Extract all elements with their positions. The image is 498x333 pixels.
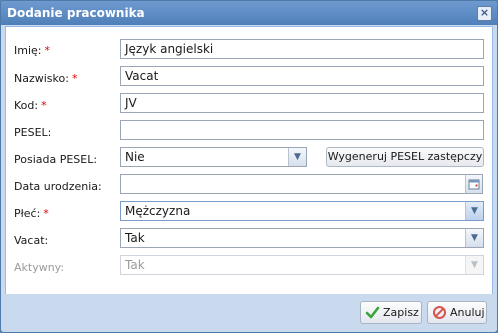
- nazwisko-input[interactable]: Vacat: [120, 66, 484, 86]
- close-icon[interactable]: ×: [477, 6, 492, 21]
- save-label: Zapisz: [383, 306, 419, 319]
- cancel-label: Anuluj: [450, 306, 485, 319]
- save-button[interactable]: Zapisz: [360, 301, 422, 324]
- chevron-down-icon[interactable]: ▼: [465, 229, 483, 247]
- label-vacat: Vacat:: [14, 234, 49, 247]
- imie-input[interactable]: Język angielski: [120, 39, 484, 59]
- vacat-value: Tak: [125, 231, 145, 245]
- calendar-icon[interactable]: [465, 175, 482, 193]
- dialog-title: Dodanie pracownika: [7, 6, 145, 20]
- generate-pesel-button[interactable]: Wygeneruj PESEL zastępczy: [326, 147, 484, 167]
- dialog-footer: Zapisz Anuluj: [1, 294, 497, 332]
- cancel-button[interactable]: Anuluj: [427, 301, 487, 324]
- kod-input[interactable]: JV: [120, 93, 484, 113]
- label-pesel: PESEL:: [14, 126, 52, 139]
- title-bar[interactable]: Dodanie pracownika ×: [1, 1, 497, 25]
- aktywny-value: Tak: [125, 258, 145, 272]
- pesel-input[interactable]: [120, 120, 484, 140]
- aktywny-select: Tak ▼: [120, 255, 484, 275]
- label-imie: Imię: *: [14, 44, 50, 57]
- data-urodzenia-input[interactable]: [120, 174, 483, 194]
- chevron-down-icon: ▼: [465, 256, 483, 274]
- vacat-select[interactable]: Tak ▼: [120, 228, 484, 248]
- plec-value: Mężczyzna: [125, 204, 191, 218]
- chevron-down-icon[interactable]: ▼: [288, 148, 306, 166]
- checkmark-icon: [365, 306, 380, 319]
- posiada-pesel-select[interactable]: Nie ▼: [120, 147, 307, 167]
- label-nazwisko: Nazwisko: *: [14, 72, 77, 85]
- chevron-down-icon[interactable]: ▼: [465, 202, 483, 220]
- required-marker: *: [43, 207, 49, 220]
- label-kod-text: Kod:: [14, 99, 39, 112]
- form-panel: Imię: * Język angielski Nazwisko: * Vacat …: [5, 26, 493, 295]
- cancel-icon: [433, 306, 446, 319]
- posiada-pesel-value: Nie: [125, 150, 145, 164]
- required-marker: *: [44, 44, 51, 57]
- required-marker: *: [71, 72, 78, 85]
- label-imie-text: Imię:: [14, 44, 42, 57]
- label-nazwisko-text: Nazwisko:: [14, 72, 69, 85]
- label-aktywny: Aktywny:: [14, 261, 65, 274]
- required-marker: *: [41, 99, 47, 112]
- label-posiada-pesel: Posiada PESEL:: [14, 153, 98, 166]
- plec-select[interactable]: Mężczyzna ▼: [120, 201, 484, 221]
- label-kod: Kod: *: [14, 99, 47, 112]
- label-data-urodzenia: Data urodzenia:: [14, 180, 102, 193]
- label-plec: Płeć: *: [14, 207, 49, 220]
- label-plec-text: Płeć:: [14, 207, 41, 220]
- dialog-window: Dodanie pracownika × Imię: * Język angiel…: [0, 0, 498, 333]
